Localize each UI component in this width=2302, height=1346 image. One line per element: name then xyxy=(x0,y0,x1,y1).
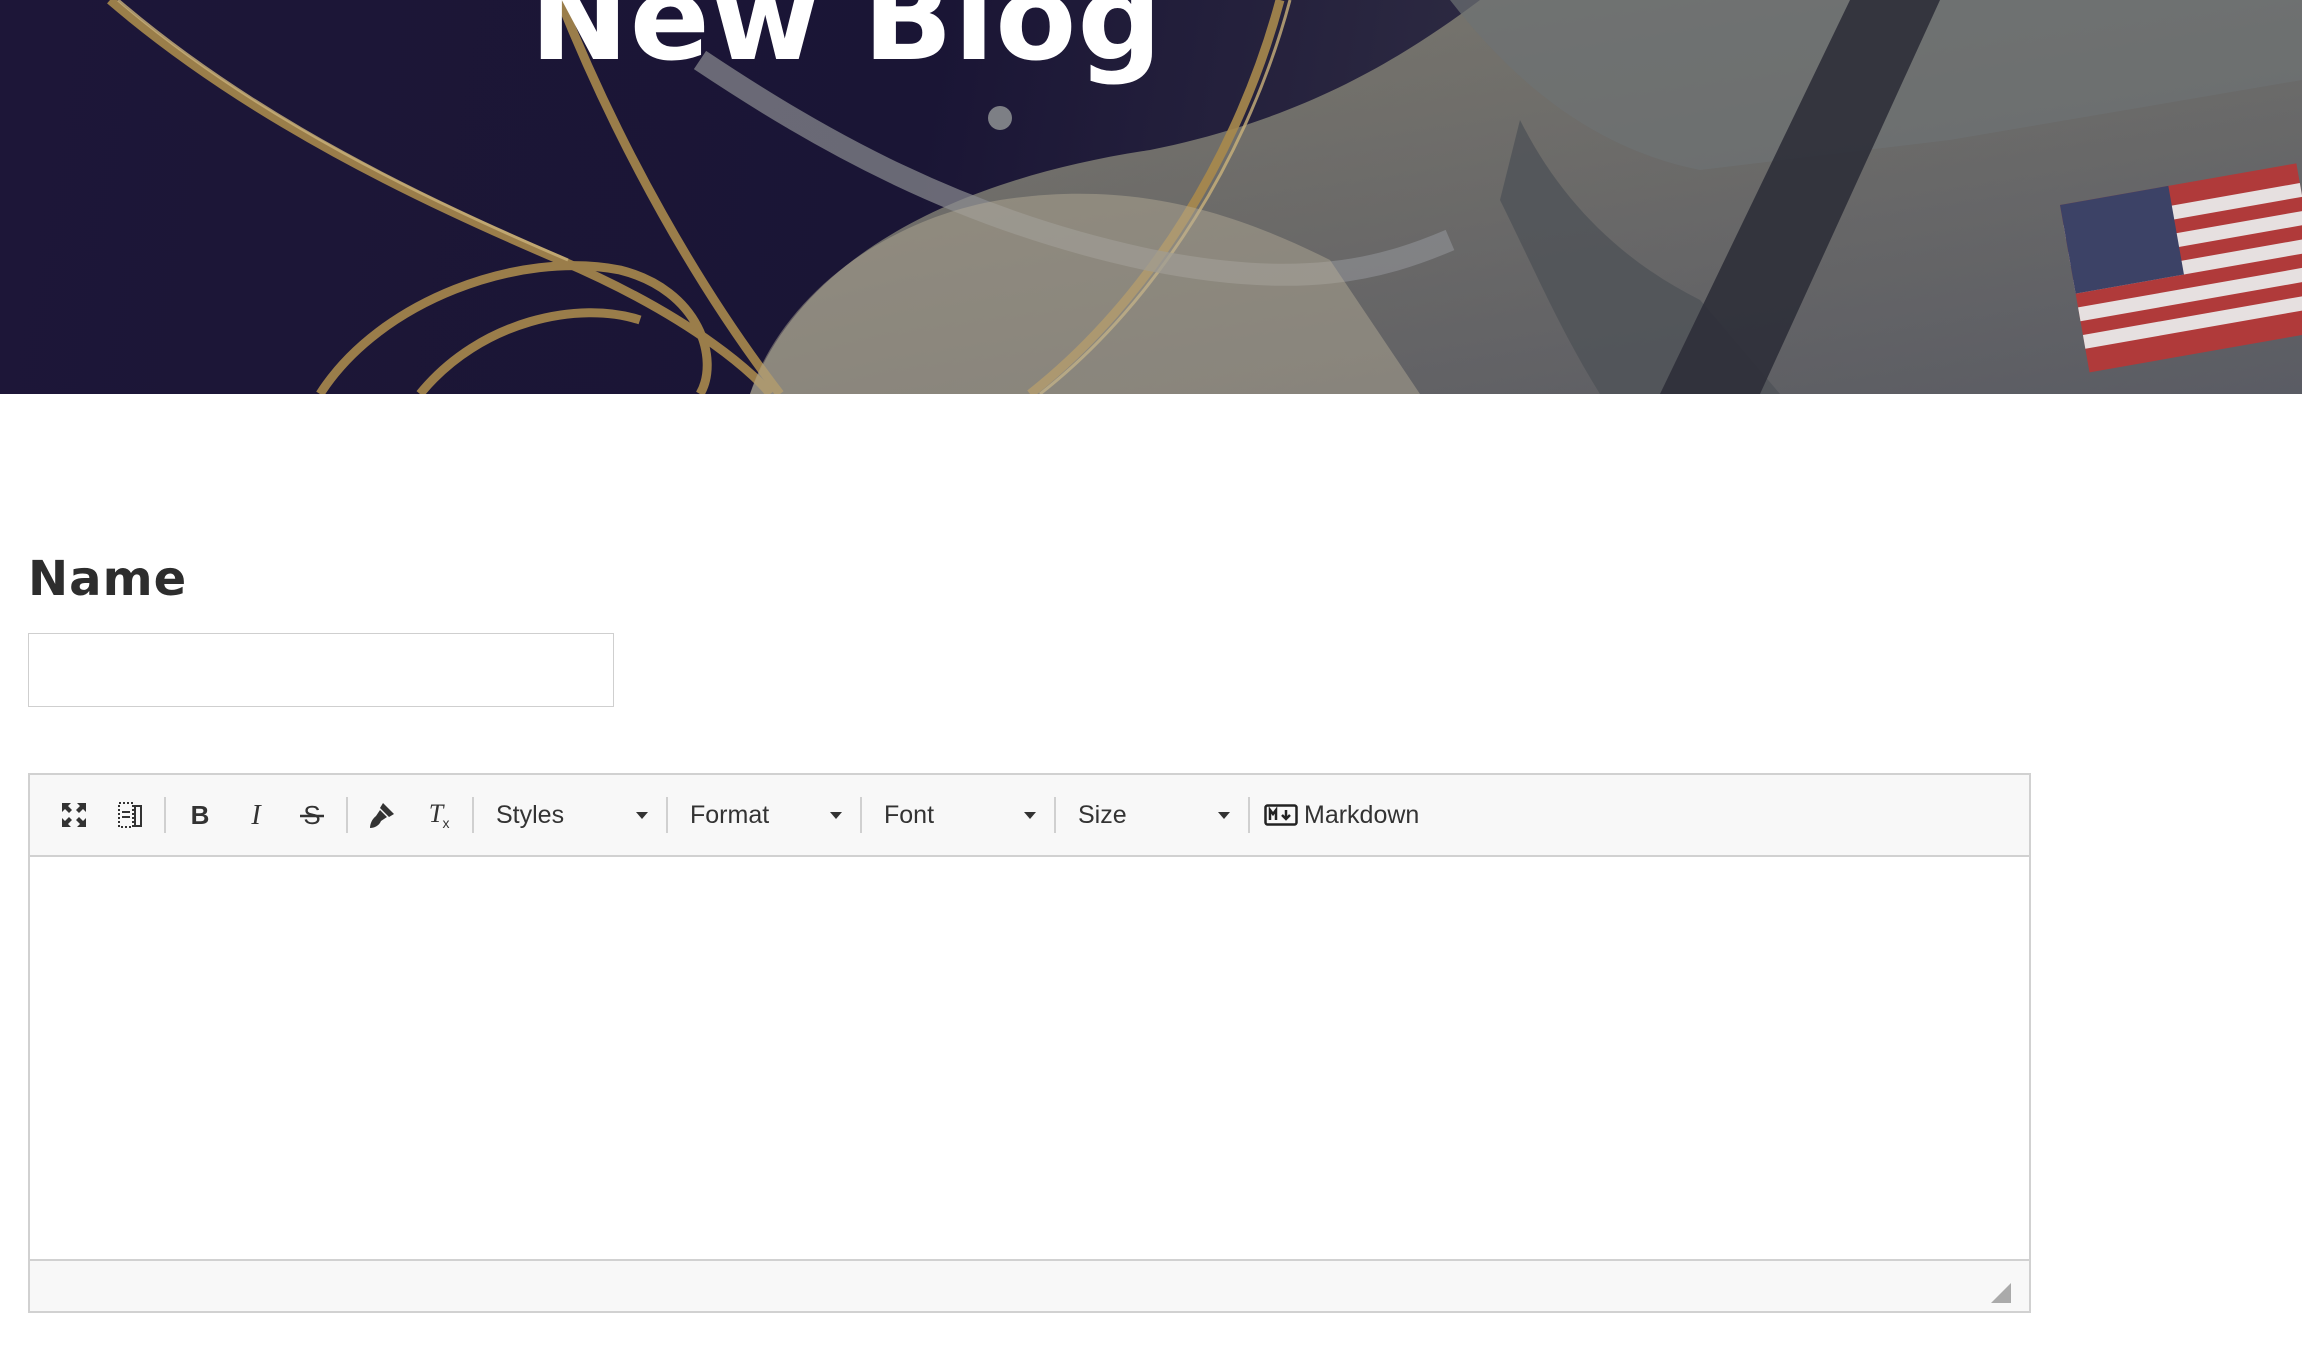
chevron-down-icon xyxy=(636,811,648,819)
toolbar-separator xyxy=(1248,797,1250,833)
svg-text:I: I xyxy=(250,800,262,830)
maximize-icon xyxy=(62,803,86,827)
format-dropdown-label: Format xyxy=(690,800,770,829)
maximize-button[interactable] xyxy=(46,787,102,843)
chevron-down-icon xyxy=(1024,811,1036,819)
toolbar-separator xyxy=(666,797,668,833)
show-blocks-button[interactable] xyxy=(102,787,158,843)
font-dropdown[interactable]: Font xyxy=(868,787,1048,843)
markdown-button[interactable]: Markdown xyxy=(1256,787,1427,843)
hero-banner: New Blog xyxy=(0,0,2302,394)
markdown-icon xyxy=(1264,804,1298,826)
format-dropdown[interactable]: Format xyxy=(674,787,854,843)
chevron-down-icon xyxy=(1218,811,1230,819)
resize-handle[interactable] xyxy=(1991,1283,2011,1303)
styles-dropdown-label: Styles xyxy=(496,800,565,829)
italic-button[interactable]: I xyxy=(228,787,284,843)
page-title: New Blog xyxy=(530,0,1163,87)
toolbar-separator xyxy=(1054,797,1056,833)
size-dropdown-label: Size xyxy=(1078,800,1127,829)
svg-text:B: B xyxy=(191,800,210,830)
name-form-group: Name xyxy=(28,555,187,603)
toolbar-separator xyxy=(860,797,862,833)
editor-toolbar: B I S T x St xyxy=(30,775,2029,857)
strikethrough-icon: S xyxy=(300,800,324,830)
strikethrough-button[interactable]: S xyxy=(284,787,340,843)
font-dropdown-label: Font xyxy=(884,800,935,829)
bold-icon: B xyxy=(191,800,210,830)
show-blocks-icon xyxy=(118,802,142,828)
copy-format-button[interactable] xyxy=(354,787,410,843)
paintbrush-icon xyxy=(370,803,394,828)
size-dropdown[interactable]: Size xyxy=(1062,787,1242,843)
italic-icon: I xyxy=(250,800,262,830)
toolbar-separator xyxy=(346,797,348,833)
markdown-label: Markdown xyxy=(1304,800,1420,829)
chevron-down-icon xyxy=(830,811,842,819)
svg-text:x: x xyxy=(443,815,450,830)
rich-text-editor: B I S T x St xyxy=(28,773,2031,1313)
styles-dropdown[interactable]: Styles xyxy=(480,787,660,843)
remove-format-icon: T x xyxy=(429,800,450,830)
name-input[interactable] xyxy=(28,633,614,707)
name-label: Name xyxy=(28,551,188,607)
toolbar-separator xyxy=(164,797,166,833)
toolbar-separator xyxy=(472,797,474,833)
editor-content-area[interactable] xyxy=(30,857,2029,1259)
editor-status-bar xyxy=(30,1259,2029,1311)
bold-button[interactable]: B xyxy=(172,787,228,843)
remove-format-button[interactable]: T x xyxy=(410,787,466,843)
